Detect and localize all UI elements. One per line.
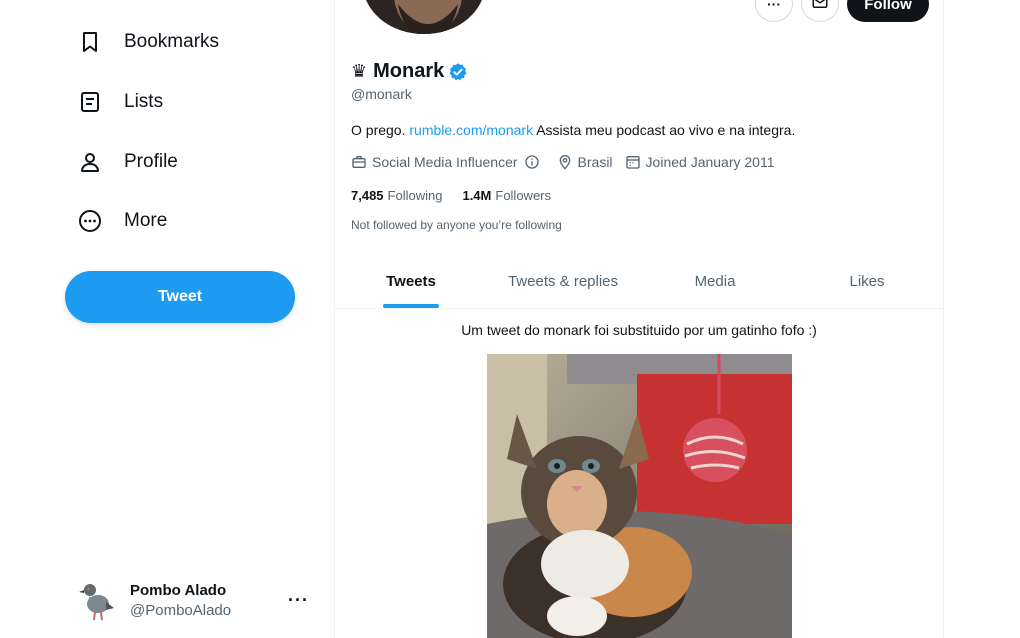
profile-location: Brasil <box>577 154 613 170</box>
nav-label: Lists <box>124 91 164 112</box>
profile-category: Social Media Influencer <box>372 154 518 170</box>
display-name: ♛ Monark <box>351 60 468 83</box>
followers-label: Followers <box>495 188 551 203</box>
pigeon-avatar <box>76 578 116 622</box>
profile-joined: Joined January 2011 <box>645 154 775 170</box>
tab-tweets-replies[interactable]: Tweets & replies <box>487 254 639 308</box>
profile-avatar[interactable] <box>359 0 489 38</box>
calendar-icon <box>625 156 640 169</box>
profile-column: ··· Follow ♛ Monark @monark O prego. rum… <box>334 0 944 638</box>
message-button[interactable] <box>801 0 839 22</box>
profile-icon <box>76 148 104 176</box>
profile-tabs: Tweets Tweets & replies Media Likes <box>335 254 943 309</box>
bio-suffix: Assista meu podcast ao vivo e na integra… <box>536 122 796 138</box>
profile-more-button[interactable]: ··· <box>755 0 793 22</box>
nav-lists[interactable]: Lists <box>76 82 163 122</box>
nav-profile[interactable]: Profile <box>76 142 178 182</box>
account-handle: @PomboAlado <box>130 601 232 619</box>
more-horizontal-icon: ··· <box>767 0 781 12</box>
profile-name: Monark <box>373 60 445 82</box>
profile-handle: @monark <box>351 86 412 102</box>
kitten-image[interactable] <box>487 354 792 638</box>
crown-emoji: ♛ <box>351 61 368 81</box>
follow-counts: 7,485 Following 1.4M Followers <box>351 188 571 203</box>
following-label: Following <box>387 188 443 203</box>
briefcase-icon <box>352 156 366 168</box>
follow-button[interactable]: Follow <box>847 0 929 22</box>
bio-prefix: O prego. <box>351 122 406 138</box>
not-followed-note: Not followed by anyone you’re following <box>351 218 562 232</box>
verified-badge-icon <box>448 62 468 82</box>
nav-bookmarks[interactable]: Bookmarks <box>76 22 219 62</box>
nav-label: Profile <box>124 151 178 172</box>
profile-meta: Social Media Influencer Brasil Joined Ja… <box>351 154 787 170</box>
more-circle-icon <box>76 207 104 235</box>
nav-more[interactable]: More <box>76 201 167 241</box>
left-sidebar: Bookmarks Lists Profile More Tweet Pombo… <box>0 0 334 638</box>
post-caption: Um tweet do monark foi substituido por u… <box>461 322 817 338</box>
nav-label: More <box>124 210 168 231</box>
tab-media[interactable]: Media <box>639 254 791 308</box>
following-count: 7,485 <box>351 188 384 203</box>
bookmark-icon <box>76 28 104 56</box>
account-more-icon[interactable]: ··· <box>288 590 309 611</box>
tab-tweets[interactable]: Tweets <box>335 254 487 308</box>
tab-likes[interactable]: Likes <box>791 254 943 308</box>
account-switcher[interactable]: Pombo Alado @PomboAlado ··· <box>76 572 326 628</box>
tweet-button[interactable]: Tweet <box>65 271 295 323</box>
info-icon[interactable] <box>524 154 540 170</box>
bio-link[interactable]: rumble.com/monark <box>409 122 533 138</box>
lists-icon <box>76 88 104 116</box>
following-link[interactable]: 7,485 Following <box>351 188 442 203</box>
nav-label: Bookmarks <box>124 31 220 52</box>
profile-bio: O prego. rumble.com/monark Assista meu p… <box>351 122 795 138</box>
followers-link[interactable]: 1.4M Followers <box>462 188 551 203</box>
account-name: Pombo Alado <box>130 581 227 599</box>
mail-icon <box>811 0 829 16</box>
location-pin-icon <box>559 155 570 170</box>
followers-count: 1.4M <box>462 188 492 203</box>
